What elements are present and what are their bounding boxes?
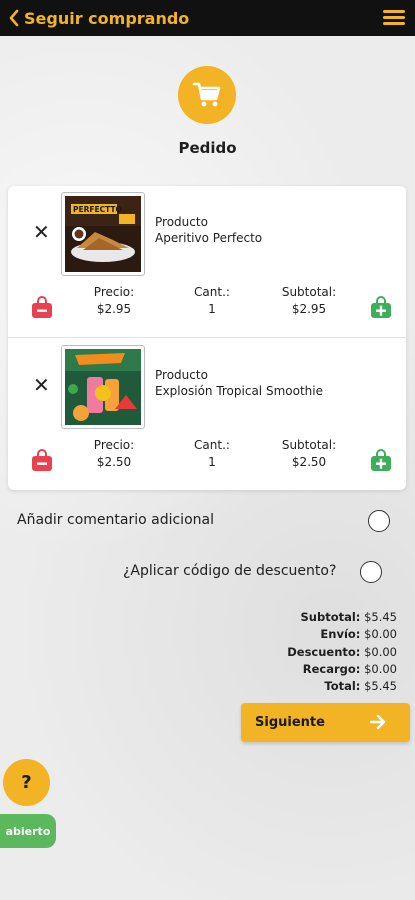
back-label: Seguir comprando xyxy=(24,8,190,28)
price-label: Precio: xyxy=(93,285,135,299)
hamburger-menu-icon[interactable] xyxy=(383,10,405,26)
product-label: Producto xyxy=(155,215,208,229)
quantity-label: Cant.: xyxy=(194,438,230,452)
back-button[interactable]: Seguir comprando xyxy=(8,9,189,28)
quantity-label: Cant.: xyxy=(194,285,230,299)
product-info: Producto Explosión Tropical Smoothie xyxy=(155,367,323,399)
totals-subtotal-row: Subtotal: $5.45 xyxy=(300,610,398,624)
status-badge: abierto xyxy=(0,814,56,848)
next-button[interactable]: Siguiente xyxy=(241,703,410,742)
product-image xyxy=(61,345,145,429)
discount-option-label: ¿Aplicar código de descuento? xyxy=(123,563,337,579)
product-label: Producto xyxy=(155,368,208,382)
subtotal-column: Subtotal: $2.50 xyxy=(276,437,342,471)
chevron-left-icon xyxy=(9,9,19,27)
item-divider xyxy=(8,337,406,338)
subtotal-column: Subtotal: $2.95 xyxy=(276,284,342,318)
help-label: ? xyxy=(21,772,32,793)
status-label: abierto xyxy=(5,824,51,838)
price-label: Precio: xyxy=(93,438,135,452)
bag-minus-icon[interactable] xyxy=(30,448,54,472)
help-button[interactable]: ? xyxy=(3,759,50,806)
cart-card: ✕ PERFECTTO Producto Aperitivo Perfecto … xyxy=(8,186,406,490)
quantity-value: 1 xyxy=(208,302,216,316)
shopping-cart-icon xyxy=(192,82,221,107)
product-name: Explosión Tropical Smoothie xyxy=(155,384,323,398)
product-image: PERFECTTO xyxy=(61,192,145,276)
subtotal-value: $2.50 xyxy=(291,455,327,469)
quantity-value: 1 xyxy=(208,455,216,469)
cart-badge xyxy=(178,66,236,124)
next-button-label: Siguiente xyxy=(255,715,325,730)
aperitivo-image: PERFECTTO xyxy=(65,196,141,272)
comment-radio[interactable] xyxy=(368,510,390,532)
cart-item: ✕ Producto Explosión Tropical Smoothie P… xyxy=(8,339,406,491)
top-bar: Seguir comprando xyxy=(0,0,415,36)
discount-radio[interactable] xyxy=(360,561,382,583)
price-value: $2.50 xyxy=(96,455,132,469)
bag-plus-icon[interactable] xyxy=(369,295,393,319)
smoothie-image xyxy=(65,349,141,425)
price-value: $2.95 xyxy=(96,302,132,316)
bag-plus-icon[interactable] xyxy=(369,448,393,472)
cart-item: ✕ PERFECTTO Producto Aperitivo Perfecto … xyxy=(8,186,406,338)
price-column: Precio: $2.95 xyxy=(86,284,142,318)
totals-surcharge-row: Recargo: $0.00 xyxy=(302,661,397,676)
bag-minus-icon[interactable] xyxy=(30,295,54,319)
remove-item-button[interactable]: ✕ xyxy=(33,220,50,244)
totals-shipping-row: Envío: $0.00 xyxy=(320,627,397,642)
subtotal-label: Subtotal: xyxy=(281,285,337,299)
totals-total-row: Total: $5.45 xyxy=(324,679,397,694)
image-caption: PERFECTTO xyxy=(73,205,122,214)
totals-discount-row: Descuento: $0.00 xyxy=(287,644,397,659)
product-name: Aperitivo Perfecto xyxy=(155,231,263,245)
product-info: Producto Aperitivo Perfecto xyxy=(155,214,262,246)
arrow-right-icon xyxy=(369,714,386,730)
subtotal-label: Subtotal: xyxy=(281,438,337,452)
quantity-column: Cant.: 1 xyxy=(184,437,240,471)
remove-item-button[interactable]: ✕ xyxy=(33,373,50,397)
price-column: Precio: $2.50 xyxy=(86,437,142,471)
quantity-column: Cant.: 1 xyxy=(184,284,240,318)
subtotal-value: $2.95 xyxy=(291,302,327,316)
order-totals: Subtotal: $5.45 Envío: $0.00 Descuento: … xyxy=(287,609,397,695)
page-title: Pedido xyxy=(178,139,237,157)
comment-option-label: Añadir comentario adicional xyxy=(17,512,214,528)
